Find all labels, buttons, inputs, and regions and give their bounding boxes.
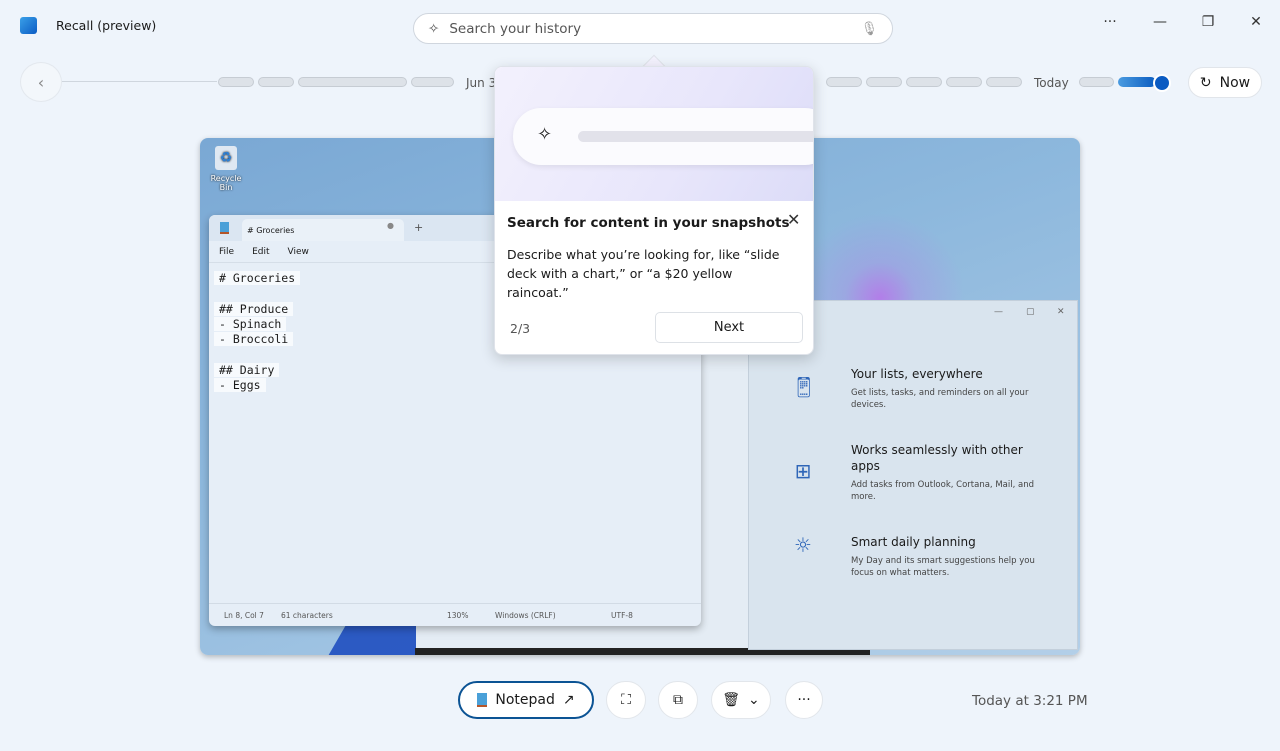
copilot-search-icon: ✧ <box>428 20 440 37</box>
popup-close-button[interactable]: ✕ <box>787 210 800 229</box>
app-title: Recall (preview) <box>56 18 157 33</box>
timeline-segment[interactable] <box>946 77 982 87</box>
status-position: Ln 8, Col 7 <box>224 611 264 620</box>
feature-desc: Get lists, tasks, and reminders on all y… <box>851 388 1029 410</box>
recycle-bin-icon: ♻ <box>215 146 237 170</box>
timeline-segment[interactable] <box>218 77 254 87</box>
timeline-segment[interactable] <box>906 77 942 87</box>
sun-icon: ☼ <box>794 533 812 557</box>
popup-title: Search for content in your snapshots <box>507 215 790 231</box>
timeline-segment[interactable] <box>258 77 294 87</box>
timeline-segment[interactable] <box>411 77 454 87</box>
minimize-icon: — <box>994 307 1003 317</box>
text-line: # Groceries <box>214 271 301 285</box>
notepad-tab: # Groceries <box>242 219 404 241</box>
open-external-icon: ↗ <box>562 692 575 708</box>
close-icon: ✕ <box>1057 307 1065 317</box>
chevron-down-icon: ⌄ <box>748 692 760 708</box>
open-app-button[interactable]: Notepad ↗ <box>458 681 594 719</box>
timeline-segment[interactable] <box>1079 77 1114 87</box>
timeline-segment[interactable] <box>986 77 1022 87</box>
status-encoding: UTF-8 <box>611 611 633 620</box>
feature-title: Your lists, everywhere <box>851 367 983 381</box>
status-zoom: 130% <box>447 611 469 620</box>
windows-logo-icon: ⊞ <box>794 459 812 483</box>
feature-desc: My Day and its smart suggestions help yo… <box>851 556 1035 578</box>
delete-button[interactable]: 🗑︎ ⌄ <box>711 681 771 719</box>
search-input[interactable]: ✧ Search your history 🎙︎ <box>413 13 893 44</box>
menu-file: File <box>219 247 235 257</box>
text-line: - Broccoli <box>214 332 294 347</box>
maximize-icon: ▢ <box>1026 307 1035 317</box>
timeline-track <box>62 81 217 82</box>
text-line: - Spinach <box>214 316 287 331</box>
copilot-search-icon: ✧ <box>537 124 553 145</box>
next-button[interactable]: Next <box>655 312 803 343</box>
text-line: ## Dairy <box>214 362 280 377</box>
minimize-button[interactable]: — <box>1148 14 1172 30</box>
unsaved-dot-icon: ● <box>387 221 394 230</box>
snapshot-timestamp: Today at 3:21 PM <box>972 693 1088 709</box>
app-label: Notepad <box>495 692 555 708</box>
mic-off-icon[interactable]: 🎙︎ <box>861 21 878 37</box>
copy-icon: ⧉ <box>673 692 683 708</box>
popup-illustration: ✧ <box>495 67 813 201</box>
close-button[interactable]: ✕ <box>1244 14 1268 30</box>
menu-view: View <box>287 247 309 257</box>
more-button[interactable]: ··· <box>1098 14 1122 30</box>
timeline-active-segment[interactable] <box>1118 77 1156 87</box>
copy-button[interactable]: ⧉ <box>658 681 698 719</box>
feature-item: Your lists, everywhere Get lists, tasks, … <box>851 366 1051 411</box>
more-options-button[interactable]: ··· <box>785 681 823 719</box>
refresh-icon: ↻ <box>1199 74 1212 91</box>
click-to-do-button[interactable]: ⛶ <box>606 681 646 719</box>
timeline-slider-handle[interactable] <box>1153 74 1171 92</box>
timeline-today-label: Today <box>1034 76 1069 90</box>
menu-edit: Edit <box>252 247 270 257</box>
text-line: ## Produce <box>214 301 294 316</box>
notepad-icon <box>220 222 229 234</box>
new-tab-icon: + <box>414 221 424 234</box>
timeline-segment[interactable] <box>866 77 902 87</box>
feature-title: Smart daily planning <box>851 535 976 549</box>
phone-check-icon: 📱︎ <box>791 375 817 399</box>
feature-title: Works seamlessly with other apps <box>851 443 1023 473</box>
timeline-back-button[interactable]: ‹ <box>20 62 62 102</box>
feature-desc: Add tasks from Outlook, Cortana, Mail, a… <box>851 480 1034 502</box>
recycle-bin: ♻ Recycle Bin <box>206 146 246 192</box>
feature-item: Works seamlessly with other apps Add task… <box>851 442 1051 503</box>
popup-description: Describe what you’re looking for, like “… <box>507 247 780 300</box>
notepad-status-bar: Ln 8, Col 7 61 characters 130% Windows (… <box>209 603 701 626</box>
search-placeholder: Search your history <box>449 20 582 37</box>
notepad-icon <box>477 693 488 707</box>
teaching-tip-popup: ✧ Search for content in your snapshots ✕… <box>494 66 814 355</box>
restore-button[interactable]: ❐ <box>1196 14 1220 30</box>
now-button[interactable]: ↻ Now <box>1188 67 1262 98</box>
recycle-bin-label: Recycle Bin <box>210 174 242 192</box>
popup-step: 2/3 <box>510 321 531 336</box>
status-line-ending: Windows (CRLF) <box>495 611 556 620</box>
timeline-segment[interactable] <box>826 77 862 87</box>
ellipsis-icon: ··· <box>797 692 811 708</box>
chevron-left-icon: ‹ <box>37 72 45 92</box>
scan-sparkle-icon: ⛶ <box>621 692 631 708</box>
timeline-segment[interactable] <box>298 77 407 87</box>
text-line: - Eggs <box>214 378 266 393</box>
timeline-date-label: Jun 3 <box>466 76 497 90</box>
status-characters: 61 characters <box>281 611 333 620</box>
recall-app-icon <box>20 17 37 34</box>
now-label: Now <box>1219 74 1251 91</box>
feature-item: Smart daily planning My Day and its smart… <box>851 534 1051 579</box>
trash-icon: 🗑︎ <box>722 692 741 708</box>
